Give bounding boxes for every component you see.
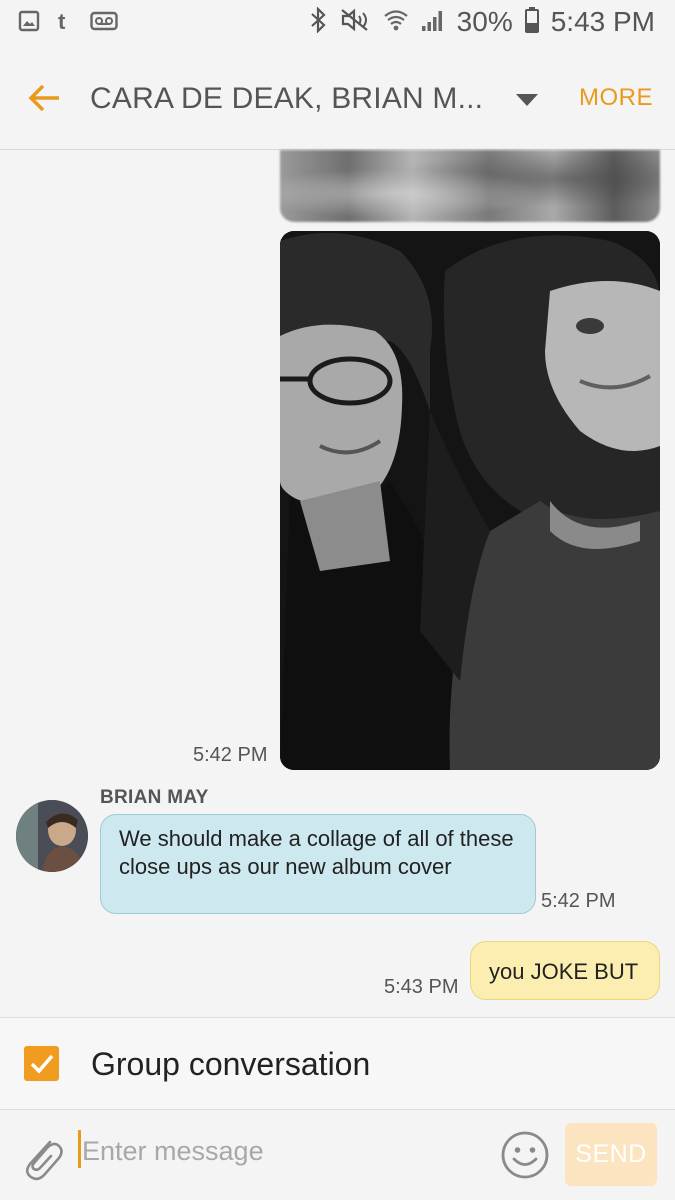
- tumblr-icon: t: [54, 10, 76, 32]
- recipients-dropdown[interactable]: [512, 90, 542, 110]
- avatar[interactable]: [16, 800, 88, 872]
- message-input[interactable]: [82, 1130, 482, 1172]
- more-button[interactable]: MORE: [579, 84, 653, 112]
- conversation-header: CARA DE DEAK, BRIAN M... MORE: [0, 48, 675, 150]
- svg-text:t: t: [58, 10, 66, 32]
- text-cursor: [78, 1130, 81, 1168]
- message-input-bar: SEND: [0, 1110, 675, 1200]
- message-timestamp: 5:42 PM: [541, 890, 616, 912]
- group-conversation-checkbox[interactable]: [24, 1046, 59, 1081]
- message-timestamp: 5:42 PM: [193, 744, 268, 766]
- wifi-icon: [383, 8, 409, 37]
- clock: 5:43 PM: [550, 6, 655, 37]
- battery-percent: 30%: [456, 6, 513, 37]
- dropdown-arrow-icon: [516, 94, 538, 106]
- mute-icon: [339, 7, 371, 38]
- status-bar: t 30% 5:43 PM: [0, 0, 675, 48]
- incoming-message-bubble[interactable]: We should make a collage of all of these…: [100, 814, 536, 914]
- gallery-icon: [18, 10, 40, 32]
- emoji-button[interactable]: [500, 1130, 550, 1180]
- attach-button[interactable]: [20, 1132, 64, 1182]
- message-image-photo[interactable]: [280, 231, 660, 770]
- message-timestamp: 5:43 PM: [384, 976, 459, 998]
- back-arrow-icon: [28, 84, 59, 112]
- photo-two-women: [280, 231, 660, 770]
- send-button[interactable]: SEND: [565, 1123, 657, 1186]
- sender-name: BRIAN MAY: [100, 787, 209, 808]
- system-status: 30% 5:43 PM: [309, 5, 655, 38]
- message-image-blurred[interactable]: [280, 150, 660, 222]
- battery-icon: [524, 6, 539, 38]
- group-conversation-label[interactable]: Group conversation: [91, 1046, 370, 1083]
- paperclip-icon: [25, 1140, 63, 1181]
- voicemail-icon: [90, 10, 118, 32]
- checkmark-icon: [30, 1054, 53, 1074]
- conversation-title[interactable]: CARA DE DEAK, BRIAN M...: [90, 82, 483, 116]
- group-conversation-bar: Group conversation: [0, 1017, 675, 1110]
- signal-icon: [421, 8, 445, 37]
- notification-icons: t: [18, 10, 118, 32]
- smiley-icon: [501, 1131, 549, 1179]
- bluetooth-icon: [309, 5, 327, 38]
- back-button[interactable]: [24, 78, 64, 118]
- outgoing-message-bubble[interactable]: you JOKE BUT: [470, 941, 660, 1000]
